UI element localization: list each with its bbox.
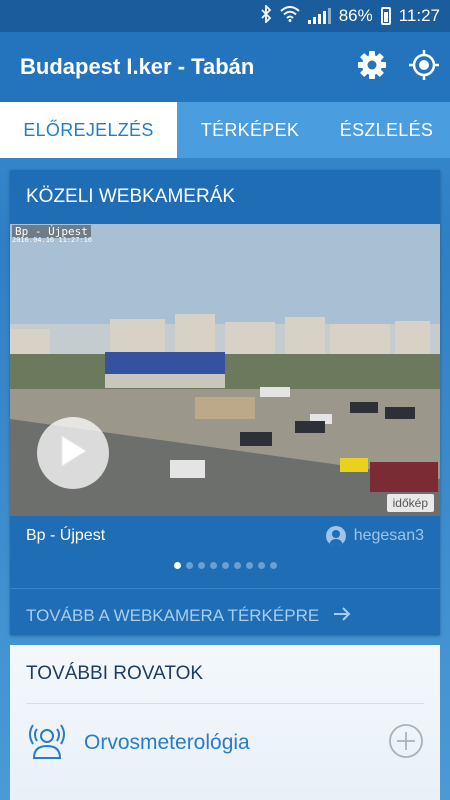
tab-bar: ELŐREJELZÉS TÉRKÉPEK ÉSZLELÉS — [0, 102, 450, 158]
more-sections-card: TOVÁBBI ROVATOK Orvosmeterológia — [10, 645, 440, 800]
person-signal-icon — [26, 720, 68, 767]
webcam-user-name: hegesan3 — [353, 527, 424, 544]
carousel-dot[interactable] — [233, 561, 241, 569]
carousel-dot[interactable] — [245, 561, 253, 569]
arrow-right-icon — [333, 606, 351, 627]
play-button[interactable] — [37, 417, 109, 489]
list-item-medical-meteorology[interactable]: Orvosmeterológia — [10, 704, 440, 782]
carousel-indicator — [10, 556, 440, 574]
bluetooth-icon — [260, 3, 272, 27]
locate-button[interactable] — [398, 32, 450, 102]
webcam-overlay-timestamp: 2016.04.16 11:27:16 — [12, 236, 93, 244]
webcams-card: KÖZELI WEBKAMERÁK Bp - Újpest 2016.04.16… — [10, 170, 440, 635]
tab-observation[interactable]: ÉSZLELÉS — [323, 102, 450, 158]
webcam-meta: Bp - Újpest hegesan3 — [10, 516, 440, 556]
signal-icon — [307, 8, 331, 24]
webcam-map-link[interactable]: TOVÁBB A WEBKAMERA TÉRKÉPRE — [10, 589, 440, 643]
list-item-label: Orvosmeterológia — [84, 731, 250, 754]
clock: 11:27 — [398, 6, 440, 25]
gear-icon — [356, 49, 388, 86]
battery-percent: 86% — [338, 6, 373, 25]
webcam-image[interactable]: Bp - Újpest 2016.04.16 11:27:16 időkép — [10, 224, 440, 516]
more-sections-title: TOVÁBBI ROVATOK — [26, 663, 204, 684]
webcam-user[interactable]: hegesan3 — [325, 526, 424, 546]
tab-maps[interactable]: TÉRKÉPEK — [177, 102, 323, 158]
tab-forecast[interactable]: ELŐREJELZÉS — [0, 102, 177, 158]
location-target-icon — [408, 49, 440, 86]
carousel-dot[interactable] — [209, 561, 217, 569]
carousel-dot[interactable] — [185, 561, 193, 569]
app-bar: Budapest I.ker - Tabán — [0, 32, 450, 102]
add-circle-icon[interactable] — [388, 723, 424, 764]
status-bar: 86% 11:27 — [0, 0, 450, 32]
play-icon — [58, 434, 88, 473]
wifi-icon — [280, 6, 300, 26]
location-title: Budapest I.ker - Tabán — [20, 54, 255, 79]
battery-icon — [380, 7, 391, 25]
webcam-logo: időkép — [386, 494, 434, 512]
avatar-icon — [325, 526, 346, 546]
carousel-dot[interactable] — [257, 561, 265, 569]
carousel-dot[interactable] — [269, 561, 277, 569]
webcams-card-title: KÖZELI WEBKAMERÁK — [26, 186, 236, 207]
carousel-dot[interactable] — [197, 561, 205, 569]
carousel-dot[interactable] — [221, 561, 229, 569]
webcam-map-link-label: TOVÁBB A WEBKAMERA TÉRKÉPRE — [26, 606, 320, 625]
settings-button[interactable] — [346, 32, 398, 102]
webcam-name: Bp - Újpest — [26, 527, 106, 544]
carousel-dot[interactable] — [173, 561, 181, 569]
